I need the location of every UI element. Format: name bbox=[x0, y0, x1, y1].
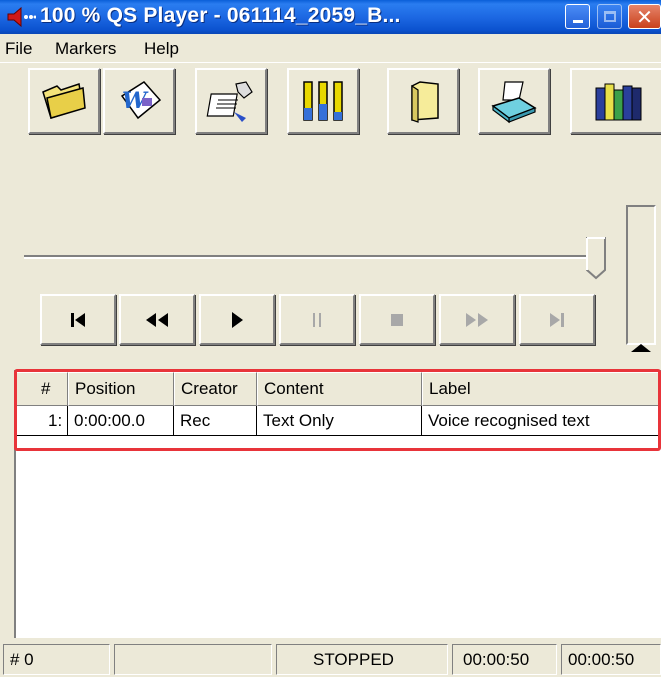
position-slider-thumb[interactable] bbox=[585, 236, 607, 280]
status-blank bbox=[114, 644, 272, 675]
cell-label: Voice recognised text bbox=[422, 406, 661, 436]
folder-button[interactable] bbox=[387, 68, 459, 134]
word-document-icon: W bbox=[120, 81, 162, 120]
play-button[interactable] bbox=[199, 294, 275, 345]
minimize-button[interactable] bbox=[565, 4, 590, 29]
menu-help[interactable]: Help bbox=[144, 39, 179, 59]
tray-button[interactable] bbox=[478, 68, 550, 134]
window-title: 100 % QS Player - 061114_2059_B... bbox=[40, 4, 401, 27]
skip-to-start-icon bbox=[71, 312, 85, 327]
column-header-creator[interactable]: Creator bbox=[174, 372, 257, 406]
app-speaker-icon bbox=[6, 6, 37, 28]
table-header: # Position Creator Content Label bbox=[16, 372, 661, 406]
cell-position: 0:00:00.0 bbox=[68, 406, 174, 436]
yellow-folder-icon bbox=[411, 81, 439, 123]
open-folder-icon bbox=[42, 83, 86, 119]
skip-to-end-icon bbox=[550, 312, 564, 327]
column-header-position[interactable]: Position bbox=[68, 372, 174, 406]
books-icon bbox=[595, 83, 641, 121]
tray-icon bbox=[491, 81, 537, 124]
skip-to-end-button[interactable] bbox=[519, 294, 595, 345]
status-state: STOPPED bbox=[276, 644, 448, 675]
fast-forward-icon bbox=[466, 312, 488, 327]
rewind-icon bbox=[146, 312, 168, 327]
fast-forward-button[interactable] bbox=[439, 294, 515, 345]
status-current-time: 00:00:50 bbox=[452, 644, 557, 675]
word-button[interactable]: W bbox=[103, 68, 175, 134]
menu-file[interactable]: File bbox=[5, 39, 32, 59]
cell-number: 1: bbox=[16, 406, 68, 436]
books-button[interactable] bbox=[570, 68, 661, 134]
volume-slider[interactable] bbox=[626, 205, 656, 345]
stop-icon bbox=[391, 313, 403, 326]
menu-markers[interactable]: Markers bbox=[55, 39, 116, 59]
column-header-number[interactable]: # bbox=[16, 372, 68, 406]
level-meters-icon bbox=[303, 81, 343, 121]
status-marker-count: # 0 bbox=[3, 644, 110, 675]
pause-icon bbox=[313, 312, 321, 327]
column-header-label[interactable]: Label bbox=[422, 372, 661, 406]
markers-table[interactable]: # Position Creator Content Label 1: 0:00… bbox=[14, 370, 661, 638]
volume-up-arrow-icon[interactable] bbox=[631, 344, 651, 352]
pause-button[interactable] bbox=[279, 294, 355, 345]
stop-button[interactable] bbox=[359, 294, 435, 345]
status-bar: # 0 STOPPED 00:00:50 00:00:50 bbox=[0, 638, 661, 677]
title-bar[interactable]: 100 % QS Player - 061114_2059_B... ✕ bbox=[0, 0, 661, 34]
close-icon: ✕ bbox=[636, 4, 653, 29]
cell-creator: Rec bbox=[174, 406, 257, 436]
position-slider-track[interactable] bbox=[24, 255, 596, 259]
levels-button[interactable] bbox=[287, 68, 359, 134]
open-button[interactable] bbox=[28, 68, 100, 134]
maximize-button[interactable] bbox=[597, 4, 622, 29]
skip-to-start-button[interactable] bbox=[40, 294, 116, 345]
minimize-icon bbox=[572, 20, 583, 23]
close-button[interactable]: ✕ bbox=[628, 4, 661, 29]
dictation-button[interactable] bbox=[195, 68, 267, 134]
status-total-time: 00:00:50 bbox=[561, 644, 661, 675]
table-row[interactable]: 1: 0:00:00.0 Rec Text Only Voice recogni… bbox=[16, 406, 661, 436]
column-header-content[interactable]: Content bbox=[257, 372, 422, 406]
maximize-icon bbox=[603, 11, 616, 22]
dictation-hand-icon bbox=[206, 81, 253, 122]
toolbar: W bbox=[0, 63, 661, 197]
rewind-button[interactable] bbox=[119, 294, 195, 345]
menu-bar: File Markers Help bbox=[0, 34, 661, 63]
cell-content: Text Only bbox=[257, 406, 422, 436]
play-icon bbox=[232, 311, 243, 328]
